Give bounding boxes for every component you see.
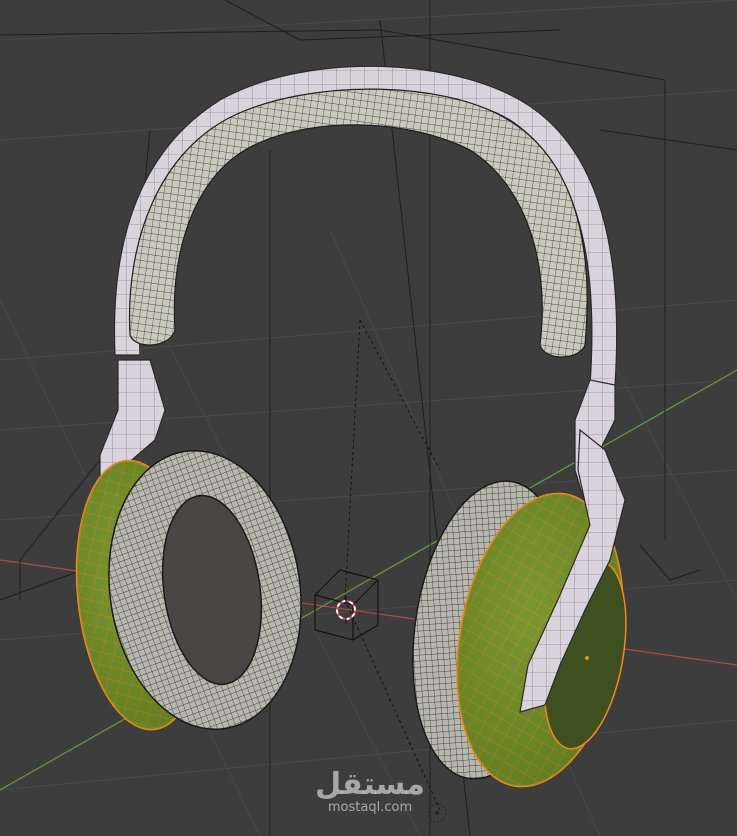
watermark: مستقل mostaql.com (300, 770, 440, 816)
watermark-url: mostaql.com (327, 800, 413, 815)
watermark-logo-text: مستقل (315, 767, 425, 802)
right-earcup-center-point (585, 656, 589, 660)
viewport-canvas[interactable] (0, 0, 737, 836)
3d-viewport[interactable]: مستقل mostaql.com (0, 0, 737, 836)
